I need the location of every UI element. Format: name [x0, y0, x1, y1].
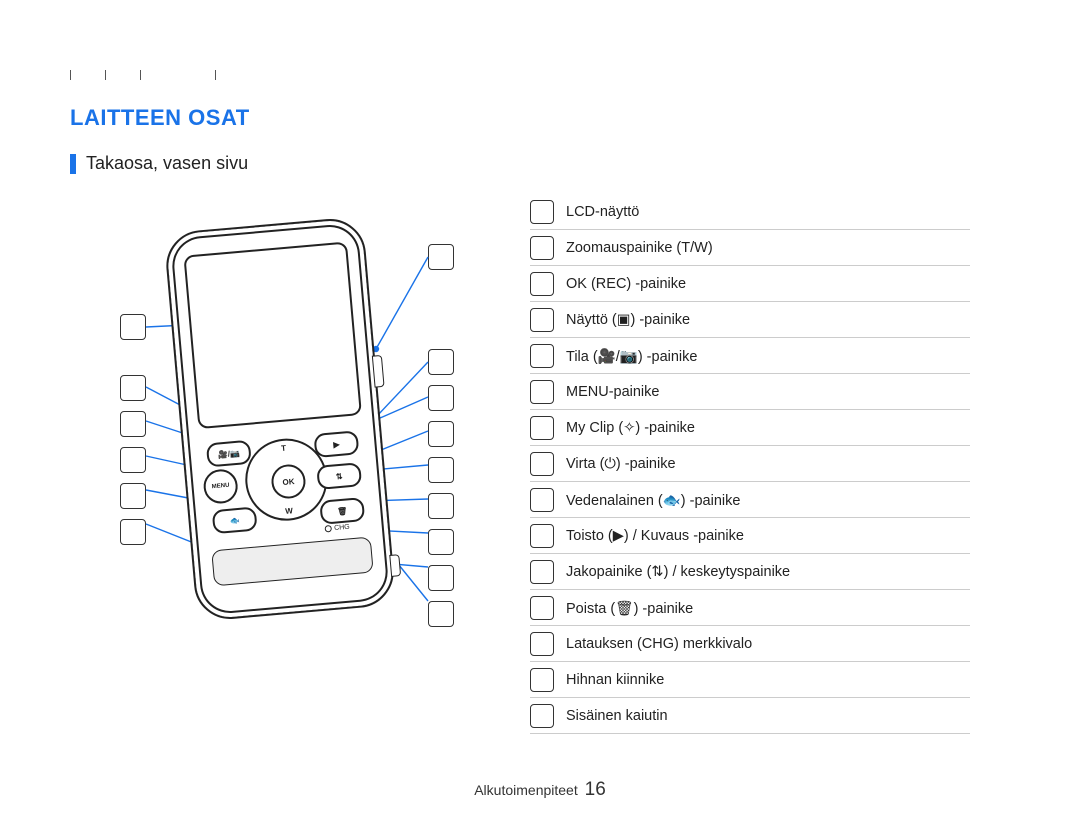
legend-row: LCD-näyttö: [530, 194, 970, 230]
legend-row: Näyttö (▣) -painike: [530, 302, 970, 338]
callout-box: [530, 560, 554, 584]
lcd-screen: [183, 242, 362, 430]
playback-button: ▶: [313, 430, 359, 458]
callout-box: [530, 452, 554, 476]
callout-box: [530, 380, 554, 404]
legend-label: Vedenalainen (🐟) -painike: [566, 492, 740, 509]
legend-row: OK (REC) -painike: [530, 266, 970, 302]
callout-box: [530, 416, 554, 440]
legend-row: My Clip (✧) -painike: [530, 410, 970, 446]
footer-section-label: Alkutoimenpiteet: [474, 782, 578, 798]
legend-label: Zoomauspainike (T/W): [566, 240, 713, 256]
legend-label: Virta (⏻) -painike: [566, 456, 676, 472]
legend-label: Poista (🗑) -painike: [566, 600, 693, 617]
content-area: OK T W 🎥/📷 ▶ MENU ⇅ 🐟 🗑 CHG LCD-näyttö Z…: [70, 194, 1010, 734]
legend-label: Tila (🎥/📷) -painike: [566, 348, 697, 365]
legend-row: Tila (🎥/📷) -painike: [530, 338, 970, 374]
callout-box: [530, 344, 554, 368]
strap-hook: [389, 554, 401, 577]
legend-row: Toisto (▶) / Kuvaus -painike: [530, 518, 970, 554]
share-button: ⇅: [316, 462, 362, 490]
legend-row: Sisäinen kaiutin: [530, 698, 970, 734]
page-number: 16: [585, 779, 606, 800]
callout-box: [530, 668, 554, 692]
subtitle-accent-bar: [70, 154, 76, 174]
device-body: OK T W 🎥/📷 ▶ MENU ⇅ 🐟 🗑 CHG: [163, 216, 396, 622]
legend-row: Zoomauspainike (T/W): [530, 230, 970, 266]
callout-box: [530, 272, 554, 296]
legend-row: Hihnan kiinnike: [530, 662, 970, 698]
legend-row: Vedenalainen (🐟) -painike: [530, 482, 970, 518]
legend-label: Toisto (▶) / Kuvaus -painike: [566, 528, 744, 544]
callout-box: [530, 524, 554, 548]
legend-row: Latauksen (CHG) merkkivalo: [530, 626, 970, 662]
legend-label: Jakopainike (⇅) / keskeytyspainike: [566, 564, 790, 580]
callout-box: [530, 632, 554, 656]
tick: [70, 70, 71, 80]
subtitle: Takaosa, vasen sivu: [86, 153, 248, 174]
legend-label: OK (REC) -painike: [566, 276, 686, 292]
top-ruler: [70, 70, 216, 80]
zoom-w-label: W: [285, 506, 293, 516]
legend-row: MENU-painike: [530, 374, 970, 410]
page-root: LAITTEEN OSAT Takaosa, vasen sivu: [0, 0, 1080, 825]
legend-row: Virta (⏻) -painike: [530, 446, 970, 482]
callout-box: [530, 488, 554, 512]
callout-box: [530, 308, 554, 332]
zoom-t-label: T: [281, 444, 287, 453]
callout-box: [530, 704, 554, 728]
callout-box: [530, 236, 554, 260]
mode-button: 🎥/📷: [206, 440, 252, 468]
delete-button: 🗑: [319, 497, 365, 525]
tick: [140, 70, 141, 80]
legend-label: MENU-painike: [566, 384, 659, 400]
section-title: LAITTEEN OSAT: [70, 105, 1010, 131]
underwater-button: 🐟: [212, 506, 258, 534]
legend-label: Latauksen (CHG) merkkivalo: [566, 636, 752, 652]
tick: [215, 70, 216, 80]
legend-label: Sisäinen kaiutin: [566, 708, 668, 724]
legend-label: LCD-näyttö: [566, 204, 639, 220]
device-diagram: OK T W 🎥/📷 ▶ MENU ⇅ 🐟 🗑 CHG: [70, 194, 500, 694]
legend-label: Näyttö (▣) -painike: [566, 312, 690, 328]
callout-box: [530, 596, 554, 620]
tick: [105, 70, 106, 80]
callout-box: [530, 200, 554, 224]
legend-row: Poista (🗑) -painike: [530, 590, 970, 626]
ok-button: OK: [270, 463, 307, 500]
legend-label: My Clip (✧) -painike: [566, 420, 695, 436]
legend-label: Hihnan kiinnike: [566, 672, 664, 688]
page-footer: Alkutoimenpiteet 16: [0, 779, 1080, 801]
legend-table: LCD-näyttö Zoomauspainike (T/W) OK (REC)…: [530, 194, 970, 734]
subtitle-row: Takaosa, vasen sivu: [70, 153, 1010, 174]
legend-row: Jakopainike (⇅) / keskeytyspainike: [530, 554, 970, 590]
